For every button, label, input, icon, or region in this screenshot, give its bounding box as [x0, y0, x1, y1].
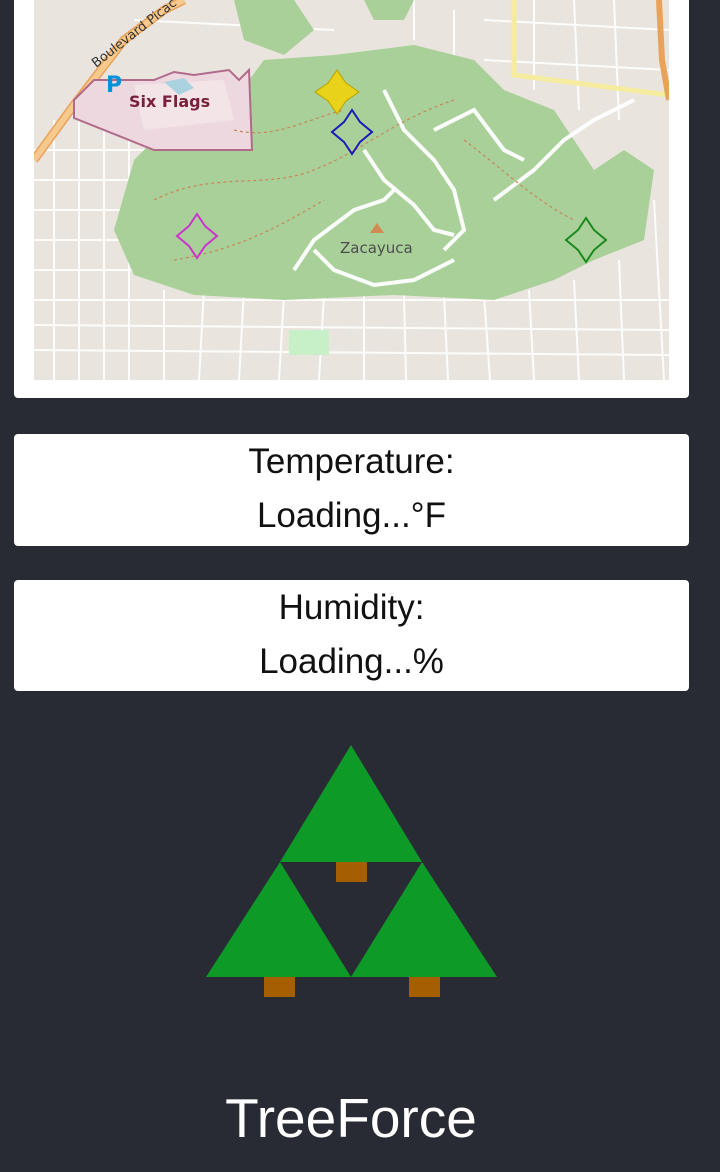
treeforce-logo [206, 745, 497, 997]
temperature-label: Temperature: [248, 442, 455, 481]
humidity-label: Humidity: [278, 588, 425, 627]
humidity-card: Humidity: Loading...% [14, 580, 689, 691]
logo-trunk-left [264, 977, 295, 997]
logo-tree-left [206, 862, 351, 977]
logo-tree-top [280, 745, 422, 862]
six-flags-label: Six Flags [129, 92, 210, 111]
logo-tree-right [351, 862, 497, 977]
parking-icon: P [106, 73, 122, 98]
map-card: Boulevard Picac P Six Flags Zacayuca [14, 0, 689, 398]
temperature-card: Temperature: Loading...°F [14, 434, 689, 546]
map-view[interactable]: Boulevard Picac P Six Flags Zacayuca [34, 0, 669, 380]
app-name: TreeForce [225, 1087, 477, 1149]
logo-trunk-top [336, 862, 367, 882]
logo-trunk-right [409, 977, 440, 997]
map-canvas: Boulevard Picac P Six Flags Zacayuca [34, 0, 669, 380]
humidity-value: Loading...% [259, 642, 444, 681]
temperature-value: Loading...°F [256, 496, 447, 535]
zacayuca-label: Zacayuca [340, 239, 413, 257]
